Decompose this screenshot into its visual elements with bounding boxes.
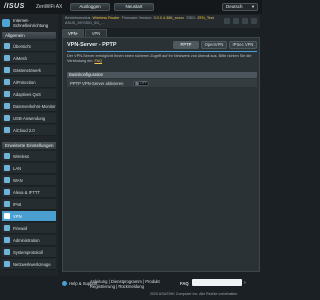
vpn-icon bbox=[4, 213, 10, 219]
network-map-icon bbox=[4, 43, 10, 49]
quick-internet-setup[interactable]: Internet-Schnelleinrichtung bbox=[2, 16, 56, 29]
vpn-server-panel: VPN-Server - PPTP PPTP OpenVPN IPSec VPN… bbox=[62, 37, 260, 272]
sidebar-item-wan[interactable]: WAN bbox=[2, 175, 56, 186]
sidebar-item-system-log[interactable]: Systemprotokoll bbox=[2, 247, 56, 258]
pptp-enable-row: PPTP VPN-Server aktivieren OFF bbox=[67, 79, 257, 88]
sidebar-item-network-tools[interactable]: Netzwerkwerkzeuge bbox=[2, 259, 56, 270]
title-divider bbox=[67, 51, 257, 52]
tab-vpn-server[interactable]: VPN-Server bbox=[62, 29, 84, 43]
faq-link[interactable]: FAQ bbox=[94, 59, 102, 63]
sidebar-item-adaptive-qos[interactable]: Adaptives QoS bbox=[2, 89, 56, 100]
qos-icon bbox=[4, 91, 10, 97]
footer-links[interactable]: Anleitung | Dienstprogramm | Produkt Reg… bbox=[90, 279, 160, 289]
sidebar-item-ipv6[interactable]: IPv6 bbox=[2, 199, 56, 210]
sidebar-item-lan[interactable]: LAN bbox=[2, 163, 56, 174]
toggle-state: OFF bbox=[140, 81, 147, 85]
pptp-enable-toggle[interactable]: OFF bbox=[133, 81, 149, 86]
faq-search-input[interactable] bbox=[192, 279, 242, 286]
cloud-icon bbox=[4, 127, 10, 133]
faq-label: FAQ bbox=[180, 281, 189, 286]
search-icon[interactable]: › bbox=[244, 280, 246, 286]
log-icon bbox=[4, 249, 10, 255]
language-select[interactable]: Deutsch ▼ bbox=[222, 3, 258, 11]
toggle-knob bbox=[135, 82, 139, 85]
sidebar: Internet-Schnelleinrichtung Allgemein Üb… bbox=[0, 14, 58, 300]
chevron-down-icon: ▼ bbox=[251, 4, 255, 9]
sidebar-item-usb-application[interactable]: USB-Anwendung bbox=[2, 113, 56, 124]
sidebar-item-alexa-ifttt[interactable]: Alexa & IFTTT bbox=[2, 187, 56, 198]
shield-icon bbox=[4, 79, 10, 85]
network-status-icon[interactable] bbox=[242, 18, 248, 24]
mesh-icon bbox=[4, 55, 10, 61]
ssid-label: SSID: bbox=[186, 16, 197, 20]
usb-icon bbox=[4, 115, 10, 121]
chart-icon bbox=[4, 103, 10, 109]
logout-button[interactable]: Ausloggen bbox=[70, 3, 110, 11]
guest-icon bbox=[4, 67, 10, 73]
sidebar-item-aiprotection[interactable]: AiProtection bbox=[2, 77, 56, 88]
sidebar-item-firewall[interactable]: Firewall bbox=[2, 223, 56, 234]
operation-mode-label: Betriebsmodus: bbox=[65, 16, 92, 20]
firmware-value[interactable]: 3.0.0.4.386_xxxxx bbox=[153, 16, 184, 20]
tab-openvpn[interactable]: OpenVPN bbox=[201, 41, 227, 49]
sidebar-item-overview[interactable]: Übersicht bbox=[2, 41, 56, 52]
brand-logo: /ISUS bbox=[4, 3, 25, 10]
footer: Help & Support Anleitung | Dienstprogram… bbox=[0, 276, 262, 300]
sidebar-item-guest-network[interactable]: Gästenetzwerk bbox=[2, 65, 56, 76]
copyright: 2020 ASUSTeK Computer Inc. Alle Rechte v… bbox=[150, 292, 239, 296]
sidebar-item-vpn[interactable]: VPN bbox=[2, 211, 56, 222]
reboot-button[interactable]: Neustart bbox=[114, 3, 154, 11]
ssid-value: ZEN_Test bbox=[197, 16, 214, 20]
pptp-enable-label: PPTP VPN-Server aktivieren bbox=[70, 81, 124, 86]
internet-status-icon[interactable] bbox=[251, 18, 257, 24]
tab-vpn-client[interactable]: VPN Client bbox=[85, 29, 107, 43]
router-model: ZenWiFi AX bbox=[36, 4, 63, 10]
basic-config-header: Basiskonfiguration bbox=[67, 72, 257, 78]
alexa-icon bbox=[4, 189, 10, 195]
wifi-icon bbox=[4, 153, 10, 159]
operation-mode-value[interactable]: Wireless Router bbox=[92, 16, 119, 20]
vpn-description: Der VPN-Server ermöglicht Ihnen einen si… bbox=[67, 54, 252, 63]
firmware-label: Firmware-Version: bbox=[121, 16, 153, 20]
section-advanced: Erweiterte Einstellungen bbox=[2, 142, 56, 149]
wan-icon bbox=[4, 177, 10, 183]
sidebar-item-traffic-monitor[interactable]: Datenverkehrs-Monitor bbox=[2, 101, 56, 112]
tab-ipsec-vpn[interactable]: IPSec VPN bbox=[229, 41, 257, 49]
usb-status-icon[interactable] bbox=[224, 18, 230, 24]
sidebar-item-administration[interactable]: Administration bbox=[2, 235, 56, 246]
lan-icon bbox=[4, 165, 10, 171]
status-info: Betriebsmodus: Wireless Router Firmware-… bbox=[62, 15, 260, 28]
tools-icon bbox=[4, 261, 10, 267]
help-icon bbox=[62, 281, 67, 286]
globe-icon bbox=[2, 18, 10, 27]
firewall-icon bbox=[4, 225, 10, 231]
sidebar-item-wireless[interactable]: Wireless bbox=[2, 151, 56, 162]
sidebar-item-aicloud[interactable]: AiCloud 2.0 bbox=[2, 125, 56, 136]
sidebar-item-aimesh[interactable]: AiMesh bbox=[2, 53, 56, 64]
top-bar: /ISUS ZenWiFi AX Ausloggen Neustart Deut… bbox=[0, 0, 262, 14]
app-icon[interactable] bbox=[233, 18, 239, 24]
page-title: VPN-Server - PPTP bbox=[67, 42, 117, 48]
quick-internet-label: Internet-Schnelleinrichtung bbox=[13, 17, 49, 28]
tab-pptp[interactable]: PPTP bbox=[173, 41, 199, 49]
language-value: Deutsch bbox=[226, 4, 243, 9]
admin-icon bbox=[4, 237, 10, 243]
ipv6-icon bbox=[4, 201, 10, 207]
section-general: Allgemein bbox=[2, 32, 56, 39]
status-icons bbox=[224, 18, 257, 24]
